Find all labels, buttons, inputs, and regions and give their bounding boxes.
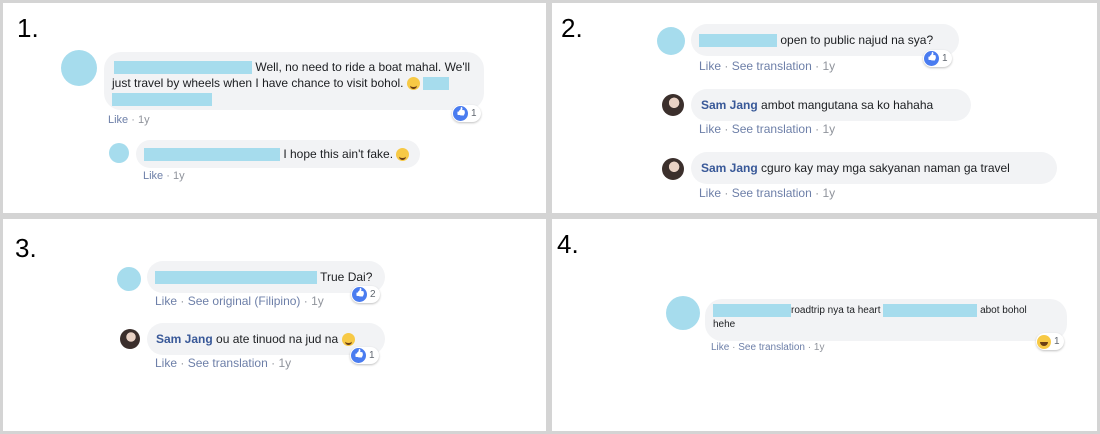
redacted-name <box>144 148 280 162</box>
redacted-name <box>114 61 252 75</box>
see-translation-link[interactable]: See translation <box>732 59 812 73</box>
see-translation-link[interactable]: See translation <box>732 122 812 136</box>
comment-text: open to public najud na sya? <box>780 33 934 47</box>
comment-bubble: Sam Jang ou ate tinuod na jud na <box>147 323 385 355</box>
smile-emoji-icon <box>406 77 420 91</box>
see-original-link[interactable]: See original (Filipino) <box>188 294 301 308</box>
comment-bubble: Well, no need to ride a boat mahal. We'l… <box>104 52 484 110</box>
comment-age: 1y <box>822 59 836 73</box>
like-reaction-icon <box>453 106 468 121</box>
panel-number: 2. <box>561 13 583 43</box>
redacted-tag <box>883 304 978 317</box>
reaction-count[interactable]: 1 <box>1036 333 1064 350</box>
like-reaction-icon <box>924 51 939 66</box>
commenter-name[interactable]: Sam Jang <box>701 98 758 112</box>
comment-bubble: True Dai? <box>147 261 385 293</box>
comment-age: 1y <box>311 294 324 308</box>
redacted-tag <box>423 77 450 91</box>
panel-number: 4. <box>557 229 579 259</box>
like-link[interactable]: Like <box>108 114 128 126</box>
comment-bubble: Sam Jang cguro kay may mga sakyanan nama… <box>691 152 1057 184</box>
like-link[interactable]: Like <box>711 342 729 353</box>
comment-age: 1y <box>137 114 150 126</box>
comment-actions: Like · See translation · 1y <box>699 186 836 200</box>
comment-age: 1y <box>172 170 185 182</box>
see-translation-link[interactable]: See translation <box>732 186 812 200</box>
see-translation-link[interactable]: See translation <box>738 342 805 353</box>
panel-1: 1. Well, no need to ride a boat mahal. W… <box>3 3 546 213</box>
panel-2: 2. open to public najud na sya? 1 Like ·… <box>552 3 1097 213</box>
avatar[interactable] <box>120 329 140 349</box>
avatar-redacted <box>117 267 141 291</box>
like-link[interactable]: Like <box>143 170 163 182</box>
comment-age: 1y <box>813 342 825 353</box>
reaction-count[interactable]: 1 <box>350 347 379 364</box>
panel-4: 4. roadtrip nya ta heart abot bohol hehe… <box>552 219 1097 431</box>
reaction-count[interactable]: 2 <box>351 286 380 303</box>
avatar-redacted <box>657 27 685 55</box>
reply-bubble: I hope this ain't fake. <box>136 140 420 168</box>
avatar-redacted <box>666 296 700 330</box>
reaction-count[interactable]: 1 <box>452 105 481 122</box>
avatar-redacted <box>61 50 97 86</box>
comment-bubble: open to public najud na sya? <box>691 24 959 56</box>
commenter-name[interactable]: Sam Jang <box>701 161 758 175</box>
like-link[interactable]: Like <box>699 186 721 200</box>
comment-age: 1y <box>822 186 836 200</box>
like-reaction-icon <box>351 348 366 363</box>
like-link[interactable]: Like <box>155 356 177 370</box>
comment-text: abot bohol <box>980 305 1027 317</box>
comment-actions: Like · See translation · 1y <box>699 122 836 136</box>
comment-age: 1y <box>822 122 836 136</box>
see-translation-link[interactable]: See translation <box>188 356 268 370</box>
comment-age: 1y <box>278 356 292 370</box>
redacted-name <box>713 304 791 317</box>
redacted-name <box>699 34 777 48</box>
like-link[interactable]: Like <box>699 122 721 136</box>
commenter-name[interactable]: Sam Jang <box>156 332 213 346</box>
like-link[interactable]: Like <box>699 59 721 73</box>
comment-actions: Like · See translation · 1y <box>711 342 825 353</box>
comment-bubble: roadtrip nya ta heart abot bohol hehe <box>705 299 1067 341</box>
comment-text: ou ate tinuod na jud na <box>216 332 339 346</box>
redacted-tag <box>112 93 212 107</box>
comment-text: True Dai? <box>320 270 373 284</box>
panel-number: 3. <box>15 233 37 263</box>
avatar[interactable] <box>662 94 684 116</box>
reply-actions: Like · 1y <box>143 170 185 182</box>
comment-text: ambot mangutana sa ko hahaha <box>761 98 934 112</box>
panel-number: 1. <box>17 13 39 43</box>
panel-3: 3. True Dai? 2 Like · See original (Fili… <box>3 219 546 431</box>
comment-text: hehe <box>713 319 736 331</box>
reaction-count[interactable]: 1 <box>923 50 952 67</box>
reply-text: I hope this ain't fake. <box>283 147 394 161</box>
comment-bubble: Sam Jang ambot mangutana sa ko hahaha <box>691 89 971 121</box>
avatar-redacted <box>109 143 129 163</box>
smile-emoji-icon <box>341 333 355 347</box>
comment-actions: Like · See original (Filipino) · 1y <box>155 294 324 308</box>
avatar[interactable] <box>662 158 684 180</box>
like-reaction-icon <box>352 287 367 302</box>
comment-actions: Like · See translation · 1y <box>155 356 292 370</box>
comment-actions: Like · See translation · 1y <box>699 59 836 73</box>
haha-reaction-icon <box>1037 334 1051 349</box>
redacted-name <box>155 271 317 285</box>
like-link[interactable]: Like <box>155 294 177 308</box>
comment-text: roadtrip nya ta heart <box>791 305 881 317</box>
comment-text: cguro kay may mga sakyanan naman ga trav… <box>761 161 1010 175</box>
smile-emoji-icon <box>396 148 410 162</box>
comment-actions: Like · 1y <box>108 114 150 126</box>
